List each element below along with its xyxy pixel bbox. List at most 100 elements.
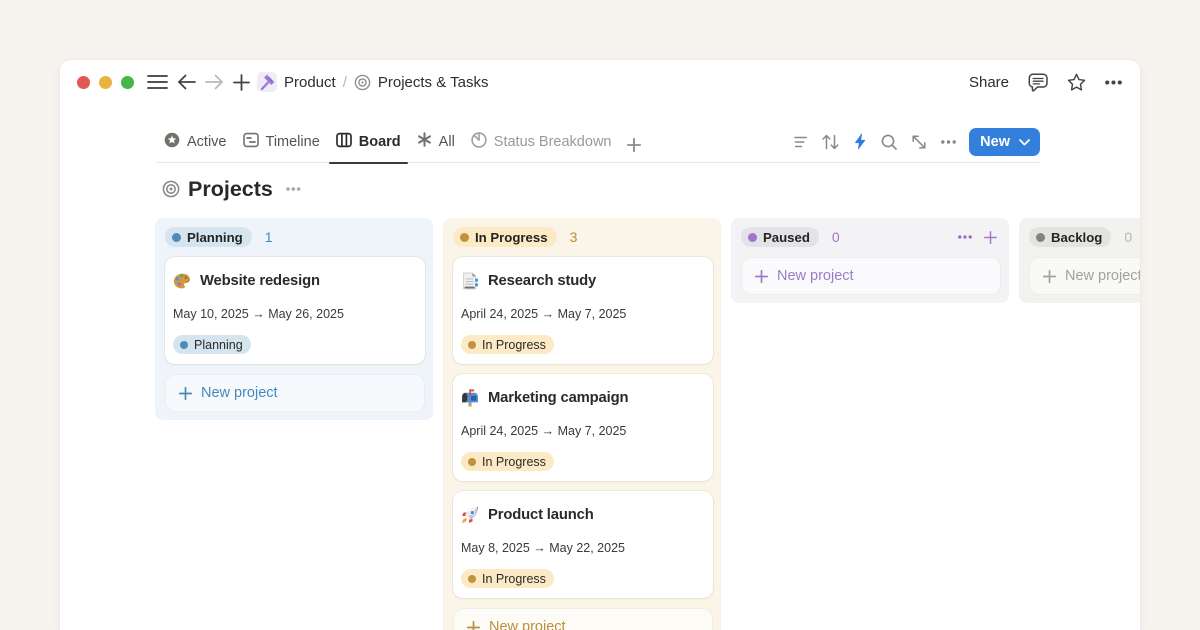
column-status-pill[interactable]: Paused <box>741 227 819 247</box>
card-title: Research study <box>488 273 596 289</box>
new-project-label: New project <box>201 385 278 401</box>
tab-label: Board <box>359 134 401 150</box>
comments-icon[interactable] <box>1028 73 1048 92</box>
sidebar-menu-icon[interactable] <box>147 74 168 90</box>
add-view-button[interactable] <box>619 127 647 163</box>
tab-label: All <box>439 134 455 150</box>
view-controls: New <box>792 128 1040 156</box>
forward-icon[interactable] <box>205 74 224 90</box>
titlebar: Product / Projects & Tasks Share <box>60 60 1140 104</box>
card-title-row: Product launch <box>461 506 703 524</box>
board-column-backlog: Backlog 0 New project <box>1019 218 1140 303</box>
status-dot <box>468 341 476 349</box>
board-column-in-progress: In Progress 3 Research study April 24, 2… <box>443 218 721 630</box>
chevron-down-icon[interactable] <box>1015 138 1040 146</box>
column-header: In Progress 3 <box>453 227 713 247</box>
card-dates: April 24, 2025 → May 7, 2025 <box>461 424 703 438</box>
column-header: Paused 0 <box>741 227 1001 247</box>
board-icon <box>336 132 352 152</box>
status-dot <box>1036 233 1045 242</box>
tab-timeline[interactable]: Timeline <box>235 127 328 163</box>
page-title: Projects <box>188 177 273 202</box>
back-icon[interactable] <box>177 74 196 90</box>
new-project-label: New project <box>489 619 566 630</box>
breadcrumb-separator: / <box>336 74 354 91</box>
tab-all[interactable]: All <box>409 127 463 163</box>
status-dot <box>460 233 469 242</box>
project-card[interactable]: Research study April 24, 2025 → May 7, 2… <box>453 257 713 364</box>
column-name: Paused <box>763 230 810 245</box>
status-dot <box>172 233 181 242</box>
more-icon[interactable] <box>1105 80 1122 85</box>
new-project-button[interactable]: New project <box>453 608 713 630</box>
breadcrumb: Product / Projects & Tasks <box>284 74 488 91</box>
column-name: Backlog <box>1051 230 1102 245</box>
breadcrumb-page[interactable]: Projects & Tasks <box>378 74 489 91</box>
card-status-label: In Progress <box>482 455 546 469</box>
card-status-badge[interactable]: Planning <box>173 335 251 354</box>
favorite-star-icon[interactable] <box>1067 73 1086 92</box>
asterisk-icon <box>417 132 432 151</box>
new-page-plus-icon[interactable] <box>233 74 250 91</box>
new-button[interactable]: New <box>969 128 1040 156</box>
page-target-icon <box>354 74 371 91</box>
more-icon[interactable] <box>940 133 957 150</box>
status-dot <box>468 575 476 583</box>
breadcrumb-team[interactable]: Product <box>284 74 336 91</box>
board: Planning 1 Website redesign May 10, 2025… <box>155 218 1140 630</box>
page-header: Projects <box>162 174 1140 204</box>
new-project-button[interactable]: New project <box>1029 257 1140 295</box>
column-status-pill[interactable]: Planning <box>165 227 252 247</box>
column-add-icon[interactable] <box>984 231 997 244</box>
column-name: In Progress <box>475 230 548 245</box>
status-dot <box>468 458 476 466</box>
tab-active[interactable]: Active <box>156 127 235 163</box>
project-card[interactable]: Product launch May 8, 2025 → May 22, 202… <box>453 491 713 598</box>
expand-icon[interactable] <box>910 133 927 150</box>
card-status-badge[interactable]: In Progress <box>461 452 554 471</box>
sort-icon[interactable] <box>822 133 839 150</box>
filter-icon[interactable] <box>792 133 809 150</box>
card-status-row: In Progress <box>461 569 703 588</box>
card-title: Product launch <box>488 507 594 523</box>
status-dot <box>748 233 757 242</box>
rocket-emoji <box>461 506 479 524</box>
card-status-row: Planning <box>173 335 415 354</box>
tab-board[interactable]: Board <box>328 127 409 163</box>
column-header: Backlog 0 <box>1029 227 1140 247</box>
card-status-row: In Progress <box>461 335 703 354</box>
card-title: Marketing campaign <box>488 390 628 406</box>
new-project-button[interactable]: New project <box>165 374 425 412</box>
column-more-icon[interactable] <box>958 235 972 239</box>
share-button[interactable]: Share <box>969 74 1009 91</box>
minimize-window-button[interactable] <box>99 76 112 89</box>
column-status-pill[interactable]: Backlog <box>1029 227 1111 247</box>
column-status-pill[interactable]: In Progress <box>453 227 557 247</box>
plus-icon <box>1043 270 1056 283</box>
window-controls <box>77 76 134 89</box>
card-status-badge[interactable]: In Progress <box>461 569 554 588</box>
projects-target-icon <box>162 180 180 198</box>
mailbox-emoji <box>461 389 479 407</box>
project-card[interactable]: Marketing campaign April 24, 2025 → May … <box>453 374 713 481</box>
page-more-icon[interactable] <box>286 187 301 191</box>
product-team-logo[interactable] <box>257 72 277 92</box>
search-icon[interactable] <box>881 133 898 150</box>
card-status-badge[interactable]: In Progress <box>461 335 554 354</box>
tab-status-breakdown[interactable]: Status Breakdown <box>463 127 620 163</box>
plus-icon <box>179 387 192 400</box>
card-title: Website redesign <box>200 273 320 289</box>
close-window-button[interactable] <box>77 76 90 89</box>
card-title-row: Marketing campaign <box>461 389 703 407</box>
timeline-icon <box>243 132 259 152</box>
column-count: 0 <box>832 229 840 245</box>
card-status-label: Planning <box>194 338 243 352</box>
card-title-row: Research study <box>461 272 703 290</box>
new-project-button[interactable]: New project <box>741 257 1001 295</box>
bolt-icon[interactable] <box>851 133 868 150</box>
card-title-row: Website redesign <box>173 272 415 290</box>
project-card[interactable]: Website redesign May 10, 2025 → May 26, … <box>165 257 425 364</box>
zoom-window-button[interactable] <box>121 76 134 89</box>
pie-icon <box>471 132 487 152</box>
column-name: Planning <box>187 230 243 245</box>
